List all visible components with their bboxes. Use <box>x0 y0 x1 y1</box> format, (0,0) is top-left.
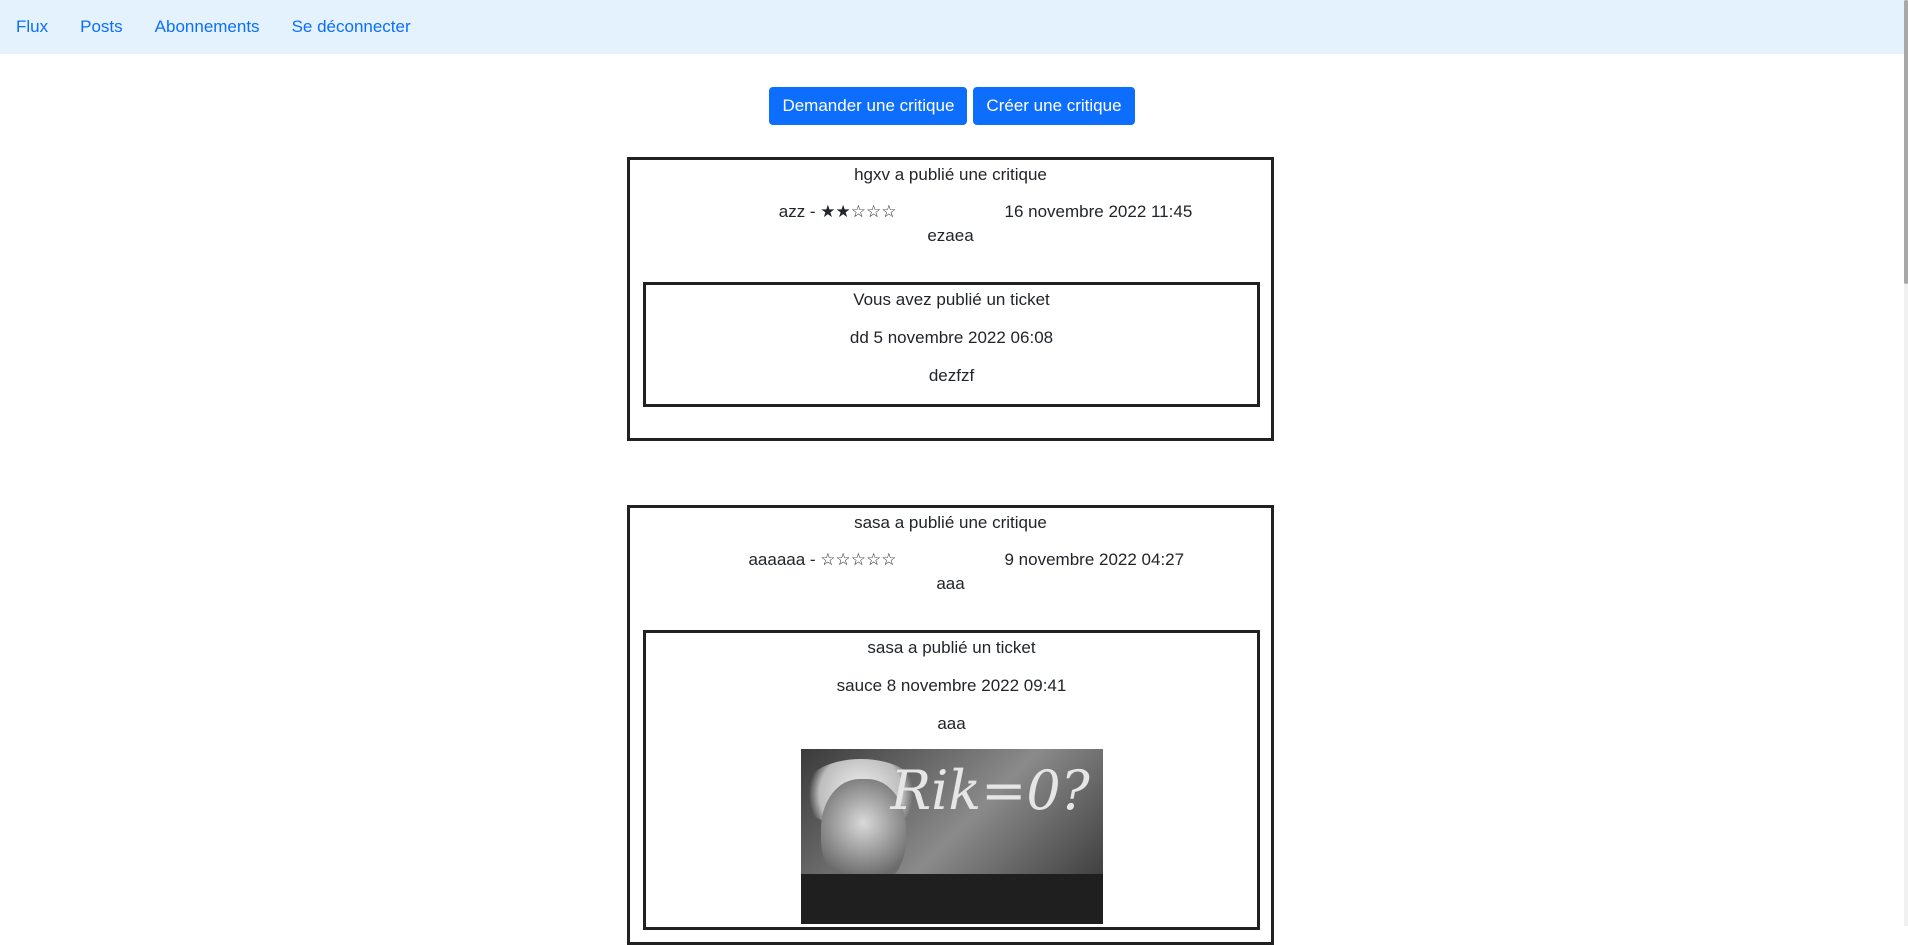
ticket-description: dezfzf <box>928 366 975 385</box>
review-date: 9 novembre 2022 04:27 <box>1004 550 1185 569</box>
review-body: aaa <box>936 574 965 593</box>
ticket-card: Vous avez publié un ticket dd 5 novembre… <box>643 282 1260 407</box>
nav-item-logout[interactable]: Se déconnecter <box>292 17 411 37</box>
nav-item-posts[interactable]: Posts <box>80 17 123 37</box>
review-header: hgxv a publié une critique <box>854 165 1047 184</box>
ticket-title-date: sauce 8 novembre 2022 09:41 <box>836 676 1067 695</box>
ticket-header: Vous avez publié un ticket <box>853 290 1050 309</box>
chalkboard-formula: Rik=0? <box>890 759 1090 822</box>
ticket-image: Rik=0? <box>800 749 1103 924</box>
scrollbar-thumb[interactable] <box>1904 0 1908 284</box>
request-review-button[interactable]: Demander une critique <box>769 87 968 125</box>
page-scrollbar[interactable] <box>1904 0 1908 926</box>
action-buttons: Demander une critique Créer une critique <box>0 87 1904 125</box>
review-card: hgxv a publié une critique azz - ★★☆☆☆ 1… <box>627 157 1274 441</box>
review-header: sasa a publié une critique <box>854 513 1047 532</box>
nav-item-abonnements[interactable]: Abonnements <box>155 17 260 37</box>
review-rating-line: aaaaaa - ☆☆☆☆☆ <box>748 550 897 569</box>
ticket-card: sasa a publié un ticket sauce 8 novembre… <box>643 630 1260 930</box>
nav-item-flux[interactable]: Flux <box>16 17 48 37</box>
review-card: sasa a publié une critique aaaaaa - ☆☆☆☆… <box>627 505 1274 945</box>
ticket-header: sasa a publié un ticket <box>867 638 1036 657</box>
create-review-button[interactable]: Créer une critique <box>973 87 1135 125</box>
review-date: 16 novembre 2022 11:45 <box>1004 202 1193 221</box>
review-body: ezaea <box>927 226 974 245</box>
top-navbar: Flux Posts Abonnements Se déconnecter <box>0 0 1904 54</box>
review-rating-line: azz - ★★☆☆☆ <box>778 202 897 221</box>
ticket-title-date: dd 5 novembre 2022 06:08 <box>849 328 1054 347</box>
ticket-description: aaa <box>937 714 966 733</box>
